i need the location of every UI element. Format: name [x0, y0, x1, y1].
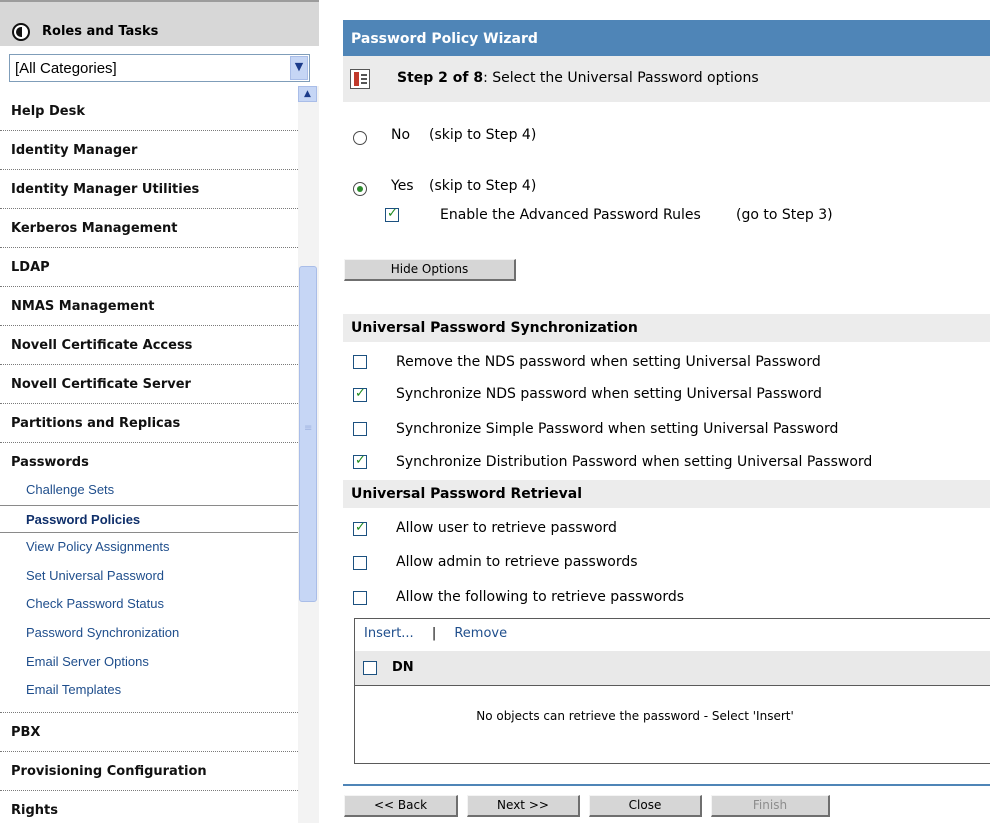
sidebar-category-novell-certificate-server[interactable]: Novell Certificate Server: [0, 365, 298, 404]
sidebar-task-view-policy-assignments[interactable]: View Policy Assignments: [0, 533, 298, 562]
step-bar: Step 2 of 8: Select the Universal Passwo…: [343, 56, 990, 102]
sidebar-category-passwords[interactable]: Passwords: [0, 443, 298, 476]
advanced-rules-checkbox[interactable]: [385, 206, 399, 222]
no-hint: (skip to Step 4): [429, 127, 537, 143]
sync-nds-password-checkbox[interactable]: [353, 386, 367, 402]
sidebar: Roles and Tasks [All Categories] ▼ Help …: [0, 0, 319, 823]
sync-nds-password-label: Synchronize NDS password when setting Un…: [396, 386, 822, 402]
collapse-toggle-icon[interactable]: [12, 23, 30, 41]
sidebar-title: Roles and Tasks: [42, 24, 159, 39]
sidebar-category-novell-certificate-access[interactable]: Novell Certificate Access: [0, 326, 298, 365]
back-button[interactable]: << Back: [344, 795, 458, 817]
sidebar-task-set-universal-password[interactable]: Set Universal Password: [0, 562, 298, 591]
advanced-rules-label: Enable the Advanced Password Rules: [440, 207, 701, 223]
remove-link[interactable]: Remove: [454, 626, 507, 641]
allow-user-retrieve-label: Allow user to retrieve password: [396, 520, 617, 536]
sidebar-task-challenge-sets[interactable]: Challenge Sets: [0, 476, 298, 505]
yes-label: Yes: [391, 178, 414, 194]
advanced-rules-hint: (go to Step 3): [736, 207, 833, 223]
no-radio[interactable]: [353, 131, 367, 145]
divider: [0, 705, 298, 713]
divider: [343, 784, 990, 786]
allow-admin-retrieve-label: Allow admin to retrieve passwords: [396, 554, 638, 570]
sync-distribution-password-checkbox[interactable]: [353, 453, 367, 469]
dn-column-header[interactable]: DN: [392, 660, 414, 675]
dn-table: Insert... | Remove DN No objects can ret…: [354, 618, 990, 764]
sidebar-task-password-synchronization[interactable]: Password Synchronization: [0, 619, 298, 648]
sidebar-task-password-policies[interactable]: Password Policies: [0, 504, 298, 534]
role-category-list: Help Desk Identity Manager Identity Mana…: [0, 92, 298, 823]
finish-button: Finish: [711, 795, 830, 817]
select-all-checkbox[interactable]: [363, 661, 377, 675]
sidebar-category-identity-manager-utilities[interactable]: Identity Manager Utilities: [0, 170, 298, 209]
sidebar-task-email-server-options[interactable]: Email Server Options: [0, 648, 298, 677]
sync-simple-password-label: Synchronize Simple Password when setting…: [396, 421, 839, 437]
allow-following-retrieve-checkbox[interactable]: [353, 591, 367, 605]
dn-table-header: DN: [355, 651, 990, 686]
category-select[interactable]: [All Categories] ▼: [9, 54, 310, 82]
yes-radio[interactable]: [353, 182, 367, 196]
link-separator: |: [431, 626, 437, 641]
sidebar-category-help-desk[interactable]: Help Desk: [0, 92, 298, 131]
step-description: Step 2 of 8: Select the Universal Passwo…: [397, 70, 759, 86]
sync-section-heading: Universal Password Synchronization: [343, 314, 990, 342]
sidebar-task-check-password-status[interactable]: Check Password Status: [0, 590, 298, 619]
sidebar-category-rights[interactable]: Rights: [0, 791, 298, 823]
sidebar-category-nmas-management[interactable]: NMAS Management: [0, 287, 298, 326]
sync-simple-password-checkbox[interactable]: [353, 422, 367, 436]
allow-following-retrieve-label: Allow the following to retrieve password…: [396, 589, 685, 605]
no-label: No: [391, 127, 411, 143]
remove-nds-password-label: Remove the NDS password when setting Uni…: [396, 354, 821, 370]
category-select-value: [All Categories]: [15, 60, 117, 77]
remove-nds-password-checkbox[interactable]: [353, 355, 367, 369]
sidebar-category-pbx[interactable]: PBX: [0, 713, 298, 752]
scrollbar-thumb[interactable]: [299, 266, 317, 602]
sync-distribution-password-label: Synchronize Distribution Password when s…: [396, 454, 873, 470]
wizard-panel: Password Policy Wizard Step 2 of 8: Sele…: [319, 0, 990, 823]
insert-link[interactable]: Insert...: [364, 626, 414, 641]
close-button[interactable]: Close: [589, 795, 702, 817]
sidebar-category-identity-manager[interactable]: Identity Manager: [0, 131, 298, 170]
sidebar-category-kerberos-management[interactable]: Kerberos Management: [0, 209, 298, 248]
chevron-up-icon[interactable]: ▲: [298, 86, 317, 102]
step-label: Step 2 of 8: [397, 70, 484, 86]
chevron-down-icon[interactable]: ▼: [290, 56, 308, 80]
retrieval-section-heading: Universal Password Retrieval: [343, 480, 990, 508]
sidebar-category-ldap[interactable]: LDAP: [0, 248, 298, 287]
wizard-title: Password Policy Wizard: [343, 20, 990, 56]
sidebar-header: Roles and Tasks: [0, 0, 319, 46]
allow-admin-retrieve-checkbox[interactable]: [353, 556, 367, 570]
dn-toolbar: Insert... | Remove: [364, 626, 521, 641]
dn-empty-message: No objects can retrieve the password - S…: [476, 709, 794, 723]
wizard-step-icon: [350, 69, 370, 89]
yes-hint: (skip to Step 4): [429, 178, 537, 194]
sidebar-task-email-templates[interactable]: Email Templates: [0, 676, 298, 705]
sidebar-category-provisioning-configuration[interactable]: Provisioning Configuration: [0, 752, 298, 791]
hide-options-button[interactable]: Hide Options: [344, 259, 516, 281]
sidebar-category-partitions-and-replicas[interactable]: Partitions and Replicas: [0, 404, 298, 443]
sidebar-scrollbar[interactable]: ▲: [298, 86, 319, 823]
step-desc: : Select the Universal Password options: [483, 70, 759, 86]
next-button[interactable]: Next >>: [467, 795, 580, 817]
allow-user-retrieve-checkbox[interactable]: [353, 520, 367, 536]
